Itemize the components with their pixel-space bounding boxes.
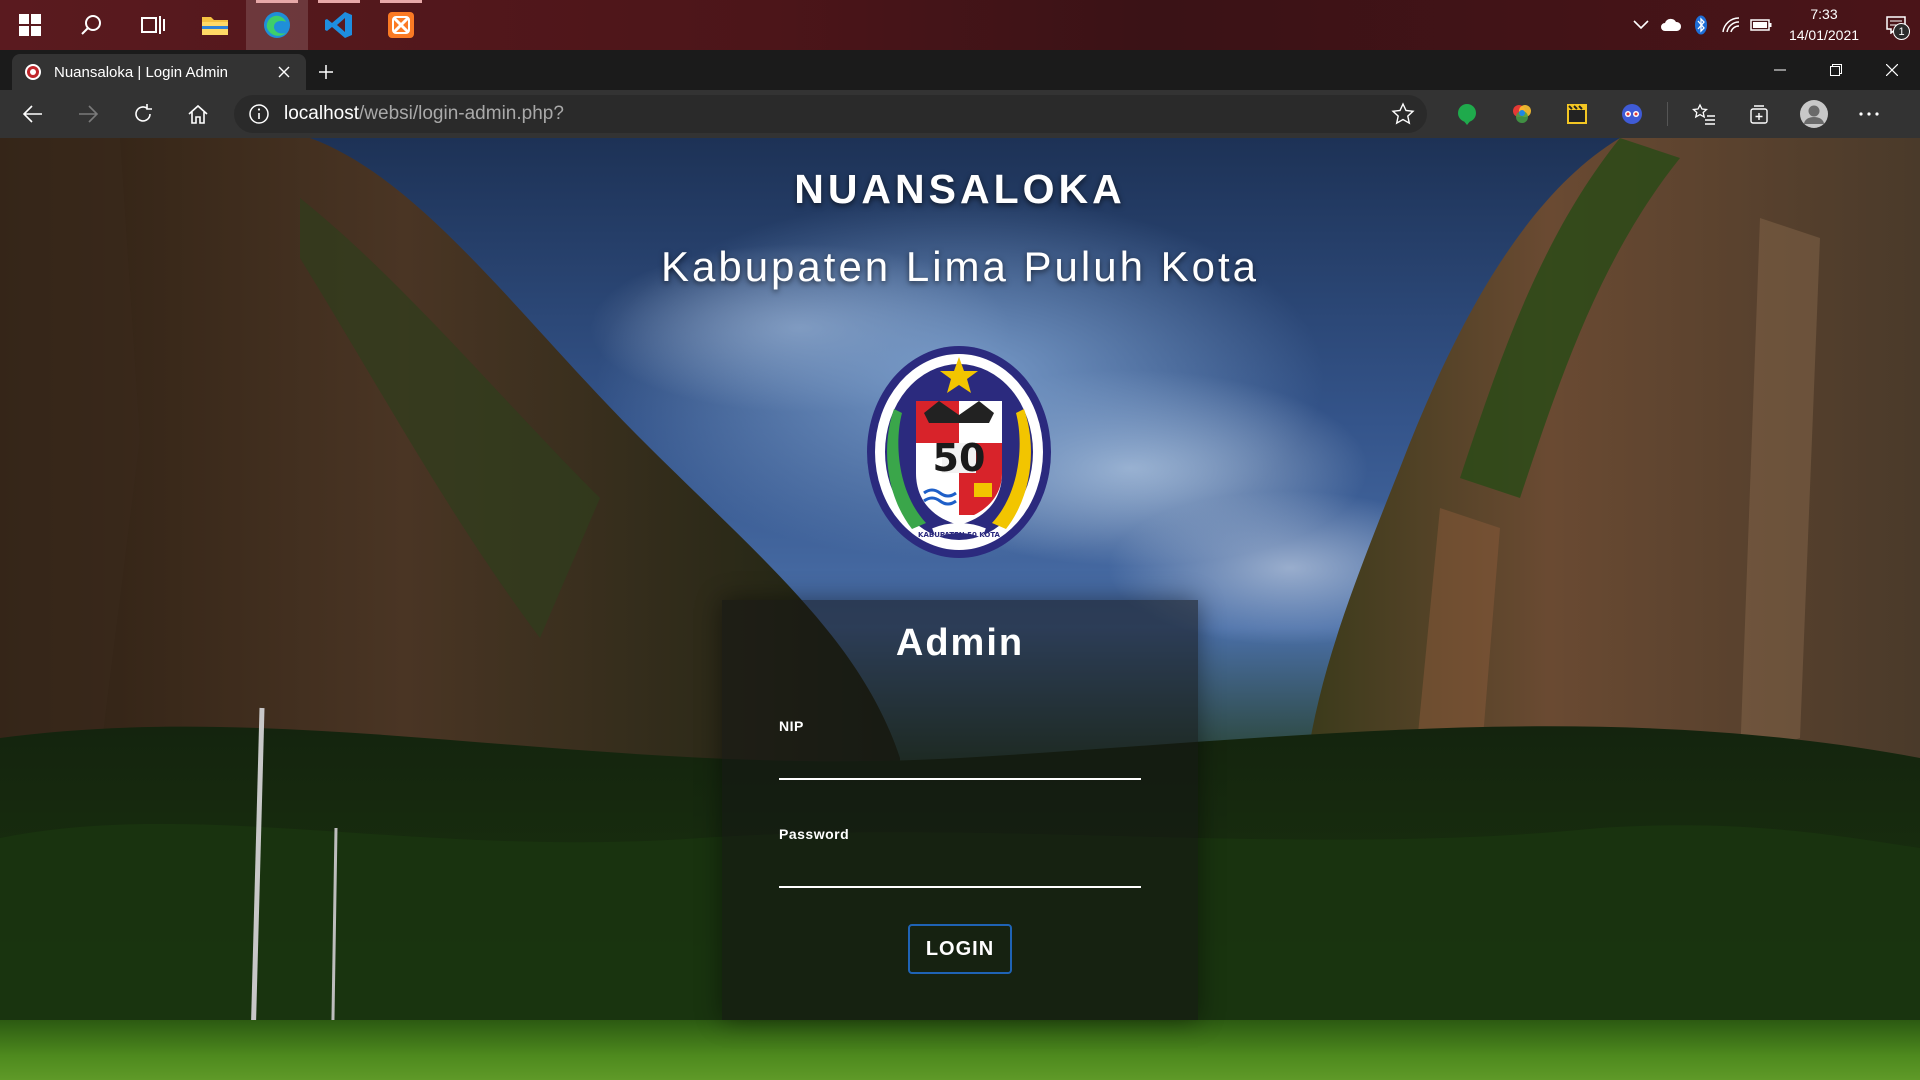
battery-icon <box>1750 19 1772 31</box>
kabupaten-logo: 50 KABUPATEN 50 KOTA <box>867 346 1051 558</box>
wifi-tray[interactable] <box>1716 0 1746 50</box>
xampp-icon <box>388 12 414 38</box>
address-bar[interactable]: localhost/websi/login-admin.php? <box>234 95 1427 133</box>
system-tray: 7:33 14/01/2021 1 <box>1626 0 1920 50</box>
arrow-left-icon <box>23 105 42 123</box>
minimize-button[interactable] <box>1752 50 1808 90</box>
cloud-icon <box>1661 18 1682 31</box>
site-subtitle: Kabupaten Lima Puluh Kota <box>660 243 1260 290</box>
rice-field <box>0 1020 1920 1080</box>
browser-tab-strip: Nuansaloka | Login Admin <box>0 50 1920 90</box>
extension-clapper-button[interactable] <box>1549 94 1604 134</box>
action-center-button[interactable]: 1 <box>1872 0 1920 50</box>
task-view-icon <box>141 16 165 34</box>
avatar-icon <box>1799 100 1828 128</box>
password-input[interactable] <box>779 854 1141 888</box>
url-path: /websi/login-admin.php? <box>359 103 564 124</box>
nip-input[interactable] <box>779 746 1141 780</box>
battery-tray[interactable] <box>1746 0 1776 50</box>
url-text[interactable]: localhost/websi/login-admin.php? <box>284 103 1391 125</box>
extension-colorful-button[interactable] <box>1494 94 1549 134</box>
collections-button[interactable] <box>1731 94 1786 134</box>
logo-number: 50 <box>933 436 986 480</box>
taskbar-search-button[interactable] <box>60 0 122 50</box>
tab-title: Nuansaloka | Login Admin <box>54 63 229 81</box>
taskbar-clock[interactable]: 7:33 14/01/2021 <box>1776 4 1872 46</box>
bluetooth-icon <box>1695 15 1707 35</box>
site-favicon-icon <box>25 64 41 80</box>
favorites-button[interactable] <box>1676 94 1731 134</box>
xampp-button[interactable] <box>370 0 432 50</box>
start-button[interactable] <box>0 0 60 50</box>
new-tab-button[interactable] <box>306 54 346 90</box>
show-hidden-icons-button[interactable] <box>1626 0 1656 50</box>
close-window-button[interactable] <box>1864 50 1920 90</box>
login-button[interactable]: LOGIN <box>908 924 1012 974</box>
close-icon <box>278 66 290 78</box>
task-view-button[interactable] <box>122 0 184 50</box>
toolbar-separator <box>1667 102 1668 126</box>
minimize-icon <box>1774 69 1786 71</box>
windows-icon <box>19 14 41 36</box>
wifi-icon <box>1722 17 1740 33</box>
search-icon <box>81 15 101 35</box>
back-button[interactable] <box>10 94 56 134</box>
more-dots-icon <box>1858 112 1879 116</box>
arrow-right-icon <box>79 105 98 123</box>
nip-label: NIP <box>779 718 804 734</box>
bluetooth-tray[interactable] <box>1686 0 1716 50</box>
vscode-button[interactable] <box>308 0 370 50</box>
color-wheel-icon <box>1512 105 1531 123</box>
refresh-icon <box>135 104 152 122</box>
extensions-area <box>1439 94 1896 134</box>
plus-icon <box>319 65 333 79</box>
login-heading: Admin <box>895 622 1025 664</box>
info-icon[interactable] <box>248 103 270 125</box>
login-page: NUANSALOKA Kabupaten Lima Puluh Kota 50 … <box>0 138 1920 1080</box>
tab-login-admin[interactable]: Nuansaloka | Login Admin <box>12 54 306 90</box>
chevron-up-icon <box>1633 20 1649 30</box>
clock-date: 14/01/2021 <box>1788 27 1860 43</box>
notification-count-badge: 1 <box>1893 23 1910 40</box>
vscode-icon <box>325 12 352 38</box>
windows-taskbar: 7:33 14/01/2021 1 <box>0 0 1920 50</box>
green-circle-icon <box>1457 104 1476 125</box>
site-title: NUANSALOKA <box>794 166 1126 212</box>
extension-green-button[interactable] <box>1439 94 1494 134</box>
home-button[interactable] <box>175 94 221 134</box>
password-label: Password <box>779 826 850 842</box>
edge-icon <box>264 12 290 38</box>
login-panel: Admin NIP Password LOGIN <box>722 600 1198 1020</box>
refresh-button[interactable] <box>120 94 166 134</box>
favorite-star-icon[interactable] <box>1391 102 1415 126</box>
mask-icon <box>1621 104 1642 124</box>
clock-time: 7:33 <box>1810 6 1838 22</box>
window-controls <box>1752 50 1920 90</box>
favorites-list-icon <box>1691 103 1715 125</box>
clapperboard-icon <box>1566 104 1587 124</box>
folder-icon <box>202 17 228 35</box>
logo-ring-text: KABUPATEN 50 KOTA <box>918 531 1001 539</box>
browser-toolbar: localhost/websi/login-admin.php? <box>0 90 1920 138</box>
home-icon <box>188 104 208 124</box>
extension-mask-button[interactable] <box>1604 94 1659 134</box>
restore-icon <box>1830 64 1842 76</box>
onedrive-tray[interactable] <box>1656 0 1686 50</box>
file-explorer-button[interactable] <box>184 0 246 50</box>
collections-icon <box>1749 105 1768 124</box>
url-host: localhost <box>284 103 359 124</box>
close-icon <box>1886 64 1898 76</box>
profile-button[interactable] <box>1786 94 1841 134</box>
restore-button[interactable] <box>1808 50 1864 90</box>
tab-close-button[interactable] <box>272 60 296 84</box>
forward-button[interactable] <box>65 94 111 134</box>
edge-button[interactable] <box>246 0 308 50</box>
settings-more-button[interactable] <box>1841 94 1896 134</box>
